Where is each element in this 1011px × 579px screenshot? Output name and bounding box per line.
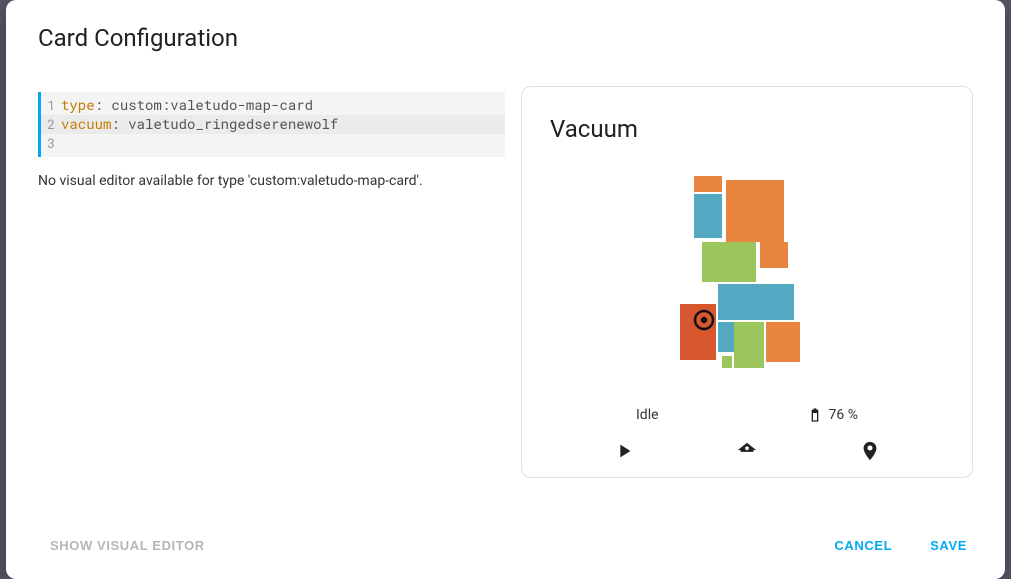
play-button[interactable] (607, 439, 641, 463)
vacuum-map[interactable] (522, 151, 972, 403)
home-button[interactable] (730, 439, 764, 463)
dialog-footer: SHOW VISUAL EDITOR CANCEL SAVE (6, 518, 1005, 579)
cancel-button[interactable]: CANCEL (824, 532, 902, 559)
preview-card: Vacuum (521, 86, 973, 478)
dialog-body: 1 type: custom:valetudo-map-card 2 vacuu… (6, 68, 1005, 518)
preview-pane: Vacuum (513, 68, 981, 518)
config-pane: 1 type: custom:valetudo-map-card 2 vacuu… (30, 68, 513, 518)
vacuum-state: Idle (636, 407, 659, 423)
show-visual-editor-button[interactable]: SHOW VISUAL EDITOR (40, 532, 215, 559)
save-button[interactable]: SAVE (920, 532, 977, 559)
pin-icon (859, 440, 881, 462)
code-line[interactable]: 2 vacuum: valetudo_ringedserenewolf (41, 115, 505, 134)
battery-status: 76 % (807, 407, 858, 423)
locate-button[interactable] (853, 439, 887, 463)
code-line[interactable]: 1 type: custom:valetudo-map-card (41, 96, 505, 115)
yaml-editor[interactable]: 1 type: custom:valetudo-map-card 2 vacuu… (38, 92, 505, 157)
home-icon (736, 440, 758, 462)
code-line[interactable]: 3 (41, 134, 505, 153)
gutter: 1 (41, 97, 61, 115)
gutter: 2 (41, 116, 61, 134)
dialog-title: Card Configuration (6, 0, 1005, 68)
actions-row (522, 429, 972, 477)
code-content[interactable] (61, 134, 505, 153)
preview-card-title: Vacuum (522, 87, 972, 151)
status-row: Idle 76 % (522, 403, 972, 429)
play-icon (613, 440, 635, 462)
no-visual-editor-message: No visual editor available for type 'cus… (38, 173, 505, 189)
battery-icon (807, 407, 823, 423)
code-content[interactable]: type: custom:valetudo-map-card (61, 96, 505, 115)
gutter: 3 (41, 135, 61, 153)
card-configuration-dialog: Card Configuration 1 type: custom:valetu… (6, 0, 1005, 579)
code-content[interactable]: vacuum: valetudo_ringedserenewolf (61, 115, 505, 134)
floor-map-svg (672, 172, 822, 382)
